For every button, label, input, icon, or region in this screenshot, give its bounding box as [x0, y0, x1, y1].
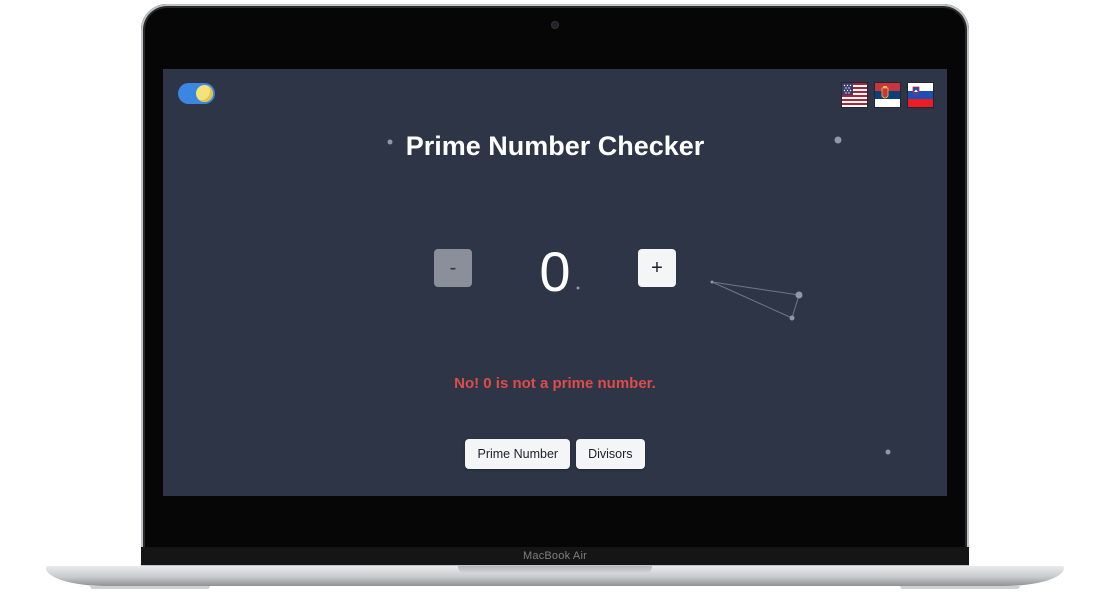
sun-icon — [196, 85, 213, 102]
laptop-foot-left — [90, 586, 210, 589]
decrement-button[interactable]: - — [434, 249, 472, 287]
page-title: Prime Number Checker — [405, 131, 705, 161]
language-selector — [842, 83, 933, 107]
laptop-notch — [458, 566, 652, 574]
laptop-foot-right — [900, 586, 1020, 589]
result-message: No! 0 is not a prime number. — [454, 375, 656, 392]
increment-button[interactable]: + — [638, 249, 676, 287]
app-screen: Prime Number Checker - 0 + No! 0 is not … — [163, 69, 947, 496]
current-number: 0 — [539, 240, 571, 303]
camera-icon — [552, 22, 558, 28]
action-buttons: Prime Number Divisors — [163, 439, 947, 469]
theme-toggle[interactable] — [178, 83, 215, 104]
laptop-model-label: MacBook Air — [141, 547, 969, 565]
number-counter: - 0 + — [163, 237, 947, 307]
divisors-button[interactable]: Divisors — [576, 439, 645, 469]
serbia-flag-icon[interactable] — [875, 83, 900, 107]
slovenia-flag-icon[interactable] — [908, 83, 933, 107]
prime-number-button[interactable]: Prime Number — [465, 439, 571, 469]
us-flag-icon[interactable] — [842, 83, 867, 107]
